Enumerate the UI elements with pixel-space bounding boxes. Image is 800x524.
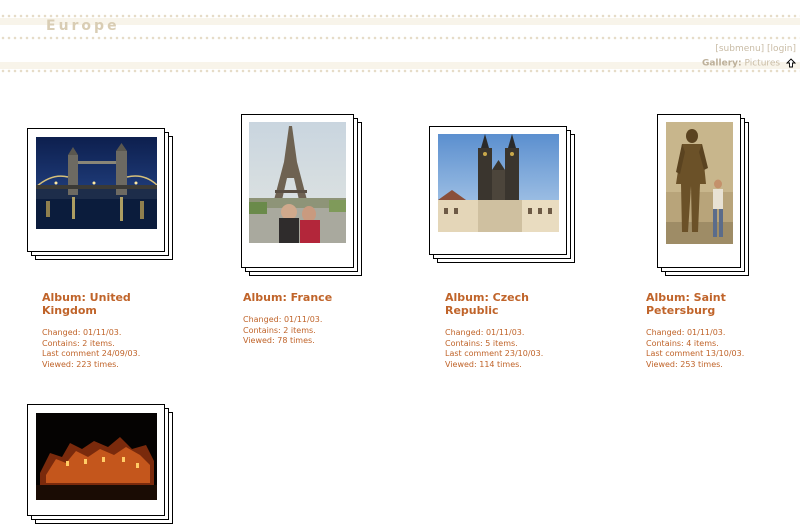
page-title: Europe	[46, 18, 120, 34]
album-contains: Contains: 2 items.	[42, 338, 115, 348]
album-meta: Changed: 01/11/03. Contains: 5 items. La…	[445, 328, 543, 370]
album-contains: Contains: 5 items.	[445, 338, 518, 348]
album-title-link[interactable]: Album: France	[243, 291, 363, 304]
album-changed: Changed: 01/11/03.	[445, 328, 525, 337]
up-arrow-icon[interactable]	[786, 58, 796, 68]
album-changed: Changed: 01/11/03.	[243, 315, 323, 324]
header-band-top	[0, 18, 800, 25]
album-last-comment: Last comment 23/10/03.	[445, 349, 544, 358]
album-meta: Changed: 01/11/03. Contains: 2 items. La…	[42, 328, 140, 370]
header-band-bottom	[0, 62, 800, 69]
album-last-comment: Last comment 13/10/03.	[646, 349, 745, 358]
album-viewed: Viewed: 253 times.	[646, 359, 723, 369]
album-thumbnail-night-castle[interactable]	[36, 413, 157, 500]
gallery-link[interactable]: Pictures	[744, 59, 780, 69]
album-meta: Changed: 01/11/03. Contains: 2 items. Vi…	[243, 315, 322, 347]
album-thumbnail-statue[interactable]	[666, 122, 733, 244]
album-title-link[interactable]: Album: Czech Republic	[445, 291, 565, 317]
album-contains: Contains: 2 items.	[243, 325, 316, 335]
album-thumbnail-tyn-church[interactable]	[438, 134, 559, 232]
login-link[interactable]: [login]	[767, 44, 796, 54]
album-viewed: Viewed: 223 times.	[42, 359, 119, 369]
album-title-link[interactable]: Album: Saint Petersburg	[646, 291, 766, 317]
album-thumbnail-eiffel-tower[interactable]	[249, 122, 346, 243]
album-viewed: Viewed: 78 times.	[243, 336, 315, 345]
album-meta: Changed: 01/11/03. Contains: 4 items. La…	[646, 328, 744, 370]
album-changed: Changed: 01/11/03.	[42, 328, 122, 337]
album-contains: Contains: 4 items.	[646, 338, 719, 348]
header-dotted-border-bottom	[0, 69, 800, 73]
header-dotted-border-middle	[0, 36, 800, 40]
page-header: Europe [submenu] [login] Gallery: Pictur…	[0, 0, 800, 76]
album-thumbnail-tower-bridge[interactable]	[36, 137, 157, 229]
top-links: [submenu] [login]	[715, 44, 796, 54]
breadcrumb: Gallery: Pictures	[702, 58, 796, 69]
album-changed: Changed: 01/11/03.	[646, 328, 726, 337]
gallery-label: Gallery:	[701, 58, 742, 69]
submenu-link[interactable]: [submenu]	[715, 44, 764, 54]
album-last-comment: Last comment 24/09/03.	[42, 349, 141, 358]
album-title-link[interactable]: Album: United Kingdom	[42, 291, 162, 317]
album-viewed: Viewed: 114 times.	[445, 359, 522, 369]
